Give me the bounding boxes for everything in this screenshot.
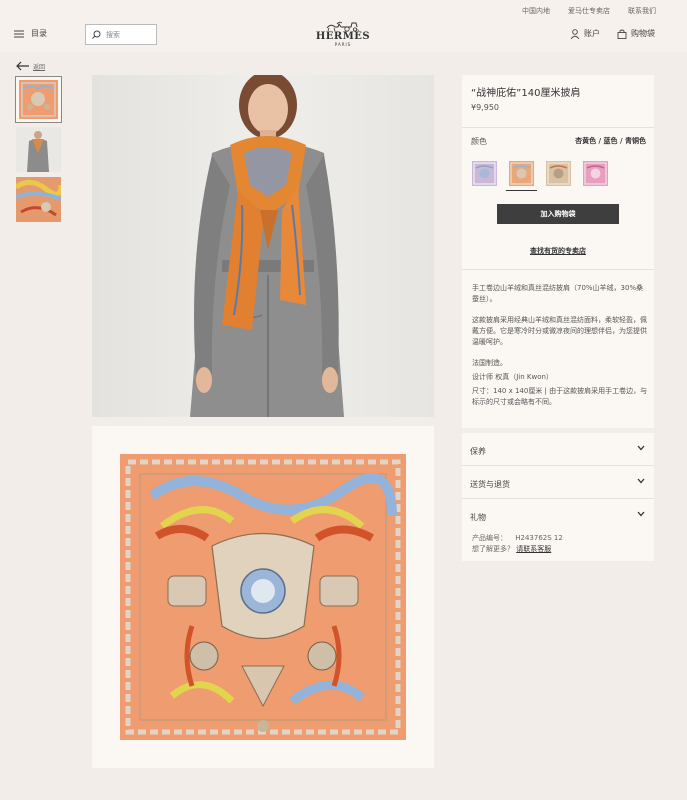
accordion-panel: 保养 送货与退货 礼物 产品编号： H243762S 12 想了解更多？ 请联系… — [462, 433, 654, 561]
product-code-row: 产品编号： H243762S 12 — [472, 533, 563, 543]
product-photo-model[interactable] — [92, 75, 434, 417]
product-code-label: 产品编号： — [472, 534, 507, 542]
product-code: H243762S 12 — [515, 534, 563, 542]
brand-name: HERMÈS — [315, 31, 371, 42]
divider — [462, 127, 654, 128]
description-origin: 法国制造。 — [472, 359, 507, 367]
accordion-label: 送货与退货 — [470, 480, 510, 489]
contact-row: 想了解更多？ 请联系客服 — [472, 544, 551, 554]
brand-city: PARIS — [334, 42, 352, 47]
accordion-care[interactable]: 保养 — [462, 433, 654, 466]
thumbnail-model[interactable] — [16, 127, 61, 172]
product-photo-scarf[interactable] — [92, 426, 434, 768]
top-link-stores[interactable]: 爱马仕专卖店 — [568, 6, 610, 16]
thumbnail-scarf-detail[interactable] — [16, 177, 61, 222]
chevron-down-icon — [637, 511, 645, 517]
thumbnail-scarf-flat[interactable] — [15, 76, 62, 123]
swatch-apricot[interactable] — [506, 161, 537, 191]
menu-label: 目录 — [31, 29, 47, 38]
chevron-down-icon — [637, 478, 645, 484]
user-icon — [570, 28, 580, 39]
add-to-bag-button[interactable]: 加入购物袋 — [497, 204, 619, 224]
swatch-lilac[interactable] — [472, 161, 497, 186]
more-question-text: 想了解更多？ — [472, 545, 514, 553]
description-size: 尺寸：140 x 140厘米 | 由于这款披肩采用手工卷边，与标示的尺寸或会略有… — [472, 387, 648, 406]
swatch-pink[interactable] — [583, 161, 608, 186]
search-placeholder: 搜索 — [106, 30, 120, 39]
product-price: ¥9,950 — [471, 103, 499, 112]
color-label: 颜色 — [471, 137, 487, 146]
account-label: 账户 — [584, 29, 600, 38]
search-icon — [92, 30, 101, 39]
swatch-sand[interactable] — [546, 161, 571, 186]
description-designer: 设计师 权真（Jin Kwon） — [472, 373, 553, 381]
divider — [462, 269, 654, 270]
top-link-contact[interactable]: 联系我们 — [628, 6, 656, 16]
chevron-down-icon — [637, 445, 645, 451]
hamburger-icon — [14, 30, 24, 37]
product-info-panel: “战神庇佑”140厘米披肩 ¥9,950 颜色 杏黄色 / 蓝色 / 青铜色 加… — [462, 75, 654, 428]
description-details: 这款披肩采用经典山羊绒和真丝混纺面料，柔软轻盈，佩戴方便。它是寒冷时分或微凉夜间… — [472, 316, 647, 346]
account-button[interactable]: 账户 — [570, 28, 600, 39]
shopping-bag-icon — [617, 29, 627, 39]
product-description: 手工卷边山羊绒和真丝混纺披肩（70%山羊绒，30%桑蚕丝）。 这款披肩采用经典山… — [472, 283, 648, 418]
top-header: 中国内地 爱马仕专卖店 联系我们 目录 搜索 HERMÈS PARIS 账户 购… — [0, 0, 687, 52]
top-link-region[interactable]: 中国内地 — [522, 6, 550, 16]
menu-button[interactable]: 目录 — [14, 28, 47, 39]
thumbnail-list — [15, 76, 62, 227]
cart-button[interactable]: 购物袋 — [617, 28, 655, 39]
back-label: 返回 — [33, 63, 46, 71]
color-swatches — [472, 161, 608, 191]
accordion-label: 保养 — [470, 447, 486, 456]
brand-logo[interactable]: HERMÈS PARIS — [314, 21, 372, 48]
description-material: 手工卷边山羊绒和真丝混纺披肩（70%山羊绒，30%桑蚕丝）。 — [472, 284, 644, 303]
cart-label: 购物袋 — [631, 29, 655, 38]
selected-color-name: 杏黄色 / 蓝色 / 青铜色 — [575, 137, 646, 145]
product-title: “战神庇佑”140厘米披肩 — [471, 88, 581, 99]
contact-link[interactable]: 请联系客服 — [516, 545, 551, 553]
arrow-left-icon — [16, 61, 29, 71]
accordion-gift[interactable]: 礼物 — [462, 499, 654, 532]
back-link[interactable]: 返回 — [15, 61, 45, 71]
search-input[interactable]: 搜索 — [85, 24, 157, 45]
accordion-shipping[interactable]: 送货与退货 — [462, 466, 654, 499]
find-store-link[interactable]: 查找有货的专卖店 — [462, 246, 654, 256]
top-links: 中国内地 爱马仕专卖店 联系我们 — [522, 6, 656, 16]
accordion-label: 礼物 — [470, 513, 486, 522]
